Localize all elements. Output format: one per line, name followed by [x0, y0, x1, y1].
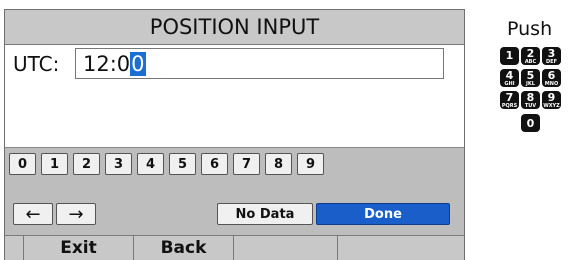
cursor-right-button[interactable]: →: [56, 203, 96, 225]
keypad-1-icon: 1: [500, 47, 519, 65]
keypad-0-icon: 0: [521, 114, 540, 132]
text-cursor: 0: [130, 51, 146, 76]
digit-key-4[interactable]: 4: [137, 153, 164, 175]
screen-title: POSITION INPUT: [5, 10, 464, 45]
digit-key-1[interactable]: 1: [41, 153, 68, 175]
push-label: Push: [507, 18, 553, 40]
cursor-left-button[interactable]: ←: [13, 203, 53, 225]
position-input-screen: POSITION INPUT UTC: 12:0 0 0 1 2 3 4 5 6 …: [4, 9, 465, 260]
softkey-4[interactable]: [338, 236, 444, 260]
keypad-7-icon: 7 PQRS: [500, 90, 519, 109]
utc-value: 12:0: [83, 51, 131, 76]
keypad-2-icon: 2 ABC: [521, 47, 540, 65]
softkey-3[interactable]: [234, 236, 338, 260]
utc-label: UTC:: [13, 51, 60, 76]
digit-key-5[interactable]: 5: [169, 153, 196, 175]
digit-key-3[interactable]: 3: [105, 153, 132, 175]
softkey-spacer: [5, 236, 24, 260]
keypad-8-icon: 8 TUV: [521, 91, 540, 109]
back-softkey[interactable]: Back: [134, 236, 234, 260]
exit-softkey[interactable]: Exit: [24, 236, 134, 260]
digit-key-0[interactable]: 0: [9, 153, 36, 175]
softkey-bar: Exit Back: [5, 235, 464, 260]
digit-key-6[interactable]: 6: [201, 153, 228, 175]
soft-keypad: 0 1 2 3 4 5 6 7 8 9 ← → No Data Done: [5, 147, 464, 236]
keypad-6-icon: 6 MNO: [542, 69, 561, 87]
keypad-9-icon: 9 WXYZ: [542, 90, 561, 109]
keypad-5-icon: 5 JKL: [521, 69, 540, 87]
digit-key-2[interactable]: 2: [73, 153, 100, 175]
keypad-4-icon: 4 GHI: [500, 69, 519, 87]
digit-keys: 0 1 2 3 4 5 6 7 8 9: [9, 153, 324, 175]
digit-key-7[interactable]: 7: [233, 153, 260, 175]
utc-row: UTC: 12:0 0: [9, 46, 444, 81]
utc-input[interactable]: 12:0 0: [75, 48, 444, 79]
done-button[interactable]: Done: [316, 203, 450, 225]
digit-key-8[interactable]: 8: [265, 153, 292, 175]
no-data-button[interactable]: No Data: [217, 203, 313, 225]
keypad-3-icon: 3 DEF: [542, 47, 561, 65]
digit-key-9[interactable]: 9: [297, 153, 324, 175]
